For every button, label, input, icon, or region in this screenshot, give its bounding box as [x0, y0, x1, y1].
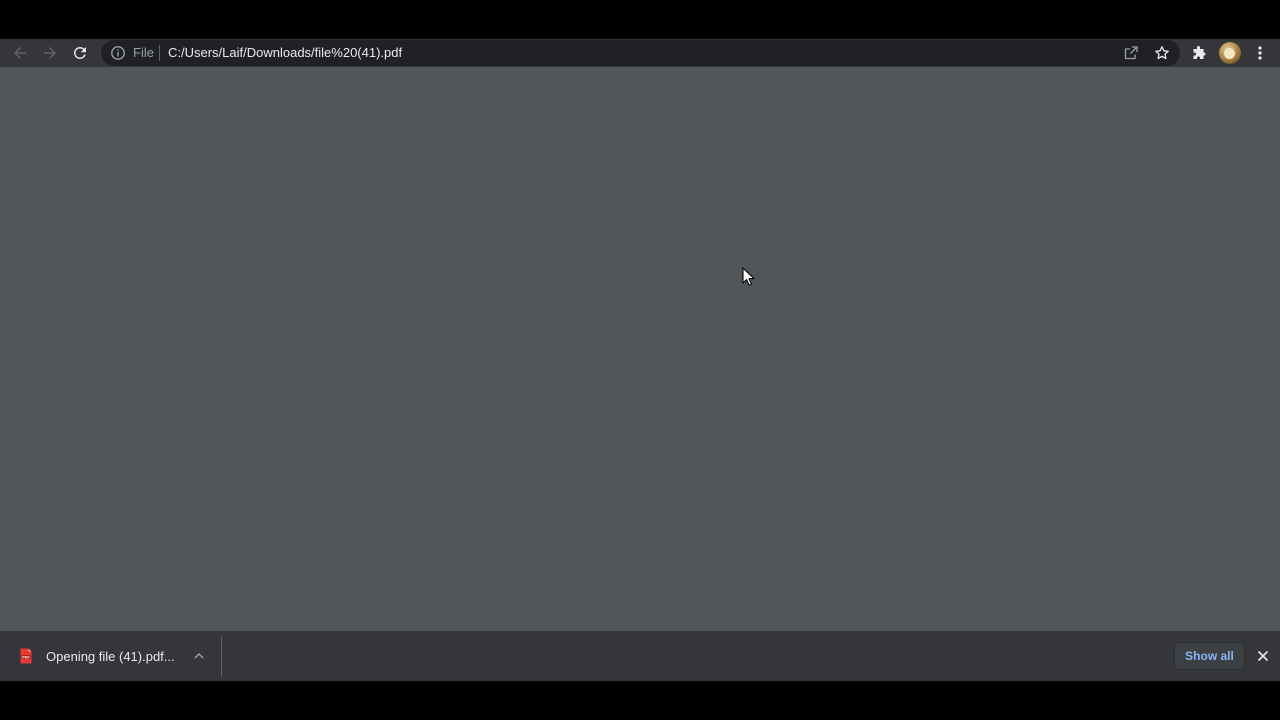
download-item[interactable]: PDF Opening file (41).pdf... [0, 631, 221, 681]
browser-toolbar: File C:/Users/Laif/Downloads/file%20(41)… [0, 39, 1280, 67]
chip-divider [159, 45, 160, 61]
svg-text:PDF: PDF [22, 655, 30, 659]
chevron-up-icon [194, 652, 204, 659]
share-icon [1124, 46, 1138, 60]
download-item-divider [221, 637, 222, 677]
extensions-button[interactable] [1187, 41, 1211, 65]
back-button[interactable] [8, 41, 32, 65]
close-icon [1257, 650, 1269, 662]
avatar[interactable] [1219, 42, 1241, 64]
kebab-menu-icon [1258, 46, 1262, 60]
forward-button[interactable] [38, 41, 62, 65]
bottom-letterbox [0, 681, 1280, 720]
arrow-right-icon [44, 47, 56, 59]
address-bar[interactable]: File C:/Users/Laif/Downloads/file%20(41)… [101, 40, 1180, 66]
share-button[interactable] [1121, 43, 1141, 63]
puzzle-icon [1193, 46, 1206, 59]
info-icon[interactable] [110, 45, 126, 61]
arrow-left-icon [14, 47, 26, 59]
screen: File C:/Users/Laif/Downloads/file%20(41)… [0, 0, 1280, 720]
download-shelf: PDF Opening file (41).pdf... Show all [0, 631, 1280, 681]
download-item-label: Opening file (41).pdf... [46, 649, 175, 664]
reload-icon [73, 46, 86, 59]
bookmark-button[interactable] [1152, 43, 1172, 63]
avatar-face [1224, 48, 1235, 59]
scheme-chip[interactable]: File [133, 40, 154, 66]
show-all-button[interactable]: Show all [1174, 642, 1245, 670]
close-shelf-button[interactable] [1254, 647, 1272, 665]
pdf-viewer-area [0, 67, 1280, 631]
top-letterbox [0, 0, 1280, 39]
pdf-file-icon: PDF [20, 648, 32, 664]
mouse-cursor-icon [742, 267, 755, 286]
reload-button[interactable] [68, 41, 92, 65]
url-text[interactable]: C:/Users/Laif/Downloads/file%20(41).pdf [168, 40, 402, 66]
star-icon [1155, 46, 1169, 60]
menu-button[interactable] [1248, 41, 1272, 65]
download-options-button[interactable] [189, 646, 209, 666]
